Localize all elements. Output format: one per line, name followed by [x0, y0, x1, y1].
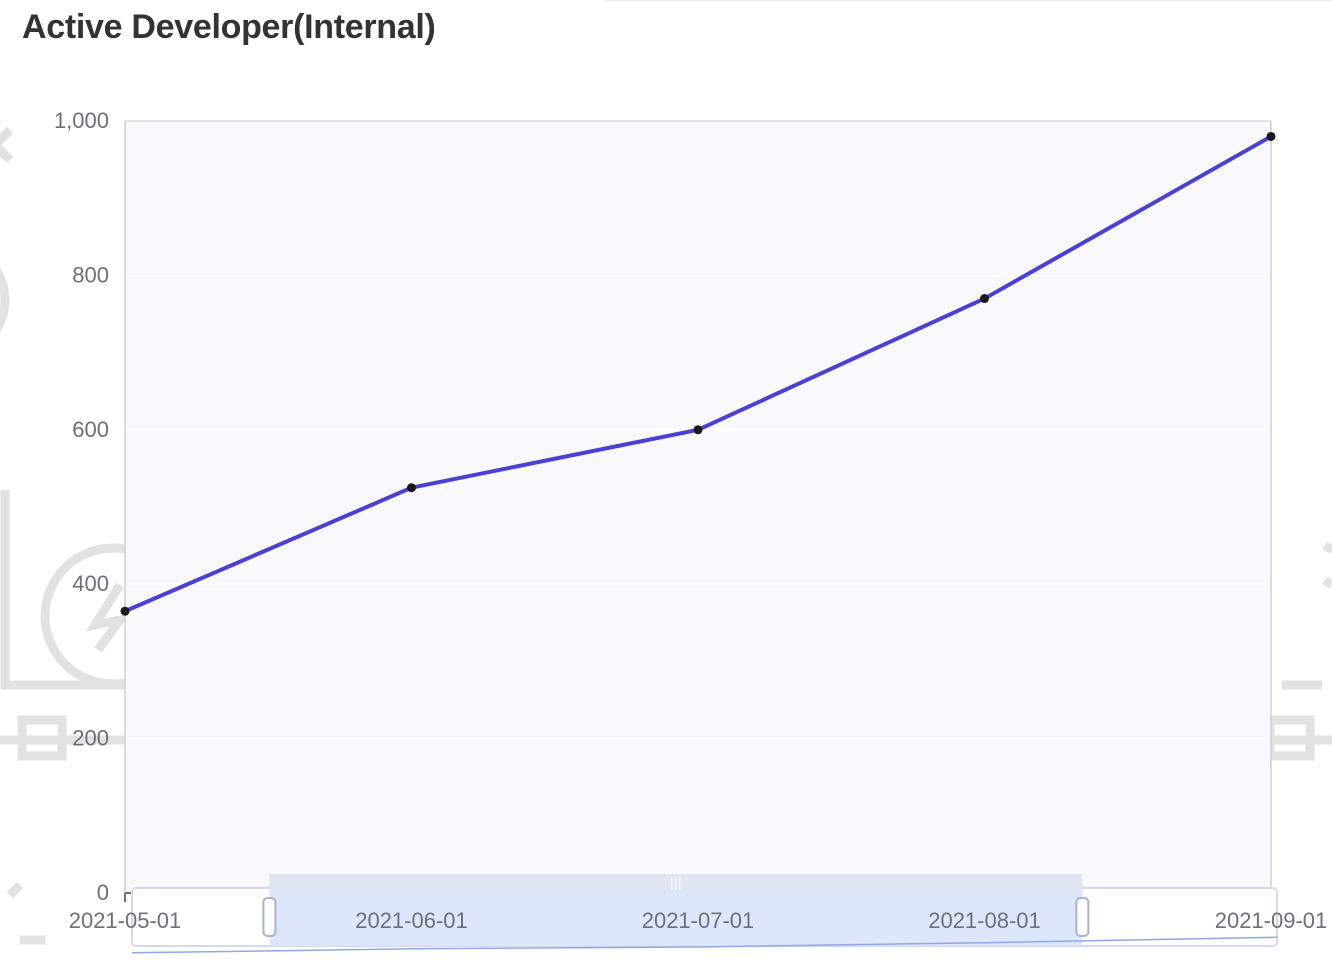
y-tick-label: 1,000 [54, 108, 109, 133]
y-tick-label: 200 [72, 726, 109, 751]
data-point [980, 294, 989, 304]
x-tick-label: 2021-06-01 [355, 908, 468, 933]
data-point [1266, 131, 1276, 141]
y-tick-label: 400 [72, 571, 109, 596]
x-tick-label: 2021-09-01 [1215, 908, 1328, 933]
zoom-handle-end[interactable] [1075, 897, 1090, 937]
x-tick-label: 2021-08-01 [928, 908, 1041, 933]
grip-icon: ||| [670, 876, 682, 890]
data-point [120, 606, 130, 616]
plot-background [125, 121, 1271, 893]
y-tick-label: 0 [97, 880, 109, 905]
y-tick-label: 600 [72, 417, 109, 442]
data-point [693, 425, 703, 435]
y-tick-label: 800 [72, 262, 109, 287]
line-chart: 0 200 400 600 800 1,000 ||| 2021-05-01 2021-06… [54, 108, 1328, 954]
x-tick-label: 2021-07-01 [642, 908, 755, 933]
x-tick-label: 2021-05-01 [69, 908, 182, 933]
data-point [407, 483, 416, 493]
zoom-handle-start[interactable] [262, 897, 277, 937]
